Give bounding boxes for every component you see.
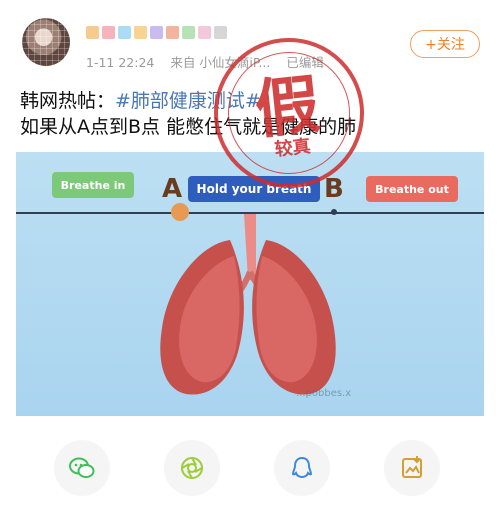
avatar[interactable]: [22, 18, 70, 66]
source-prefix: 来自: [170, 55, 196, 70]
qq-icon: [291, 456, 313, 479]
share-qq-button[interactable]: [274, 440, 330, 496]
image-save-icon: [402, 456, 422, 478]
moments-icon: [181, 457, 203, 479]
share-bar: [0, 440, 500, 496]
label-breathe-in: Breathe in: [52, 172, 134, 198]
follow-button[interactable]: +关注: [410, 30, 480, 58]
post-image[interactable]: Breathe in A Hold your breath B Breathe …: [16, 152, 484, 416]
label-breathe-out: Breathe out: [366, 176, 458, 202]
point-b-label: B: [324, 174, 344, 204]
point-a-label: A: [162, 174, 183, 204]
post-line-1-prefix: 韩网热帖：: [20, 90, 116, 112]
share-wechat-button[interactable]: [54, 440, 110, 496]
wechat-icon: [69, 457, 95, 478]
share-moments-button[interactable]: [164, 440, 220, 496]
image-watermark: ...pobbes.x: [296, 388, 352, 399]
post-timestamp: 1-11 22:24: [86, 55, 155, 70]
save-image-button[interactable]: [384, 440, 440, 496]
username-blurred[interactable]: [86, 24, 236, 40]
